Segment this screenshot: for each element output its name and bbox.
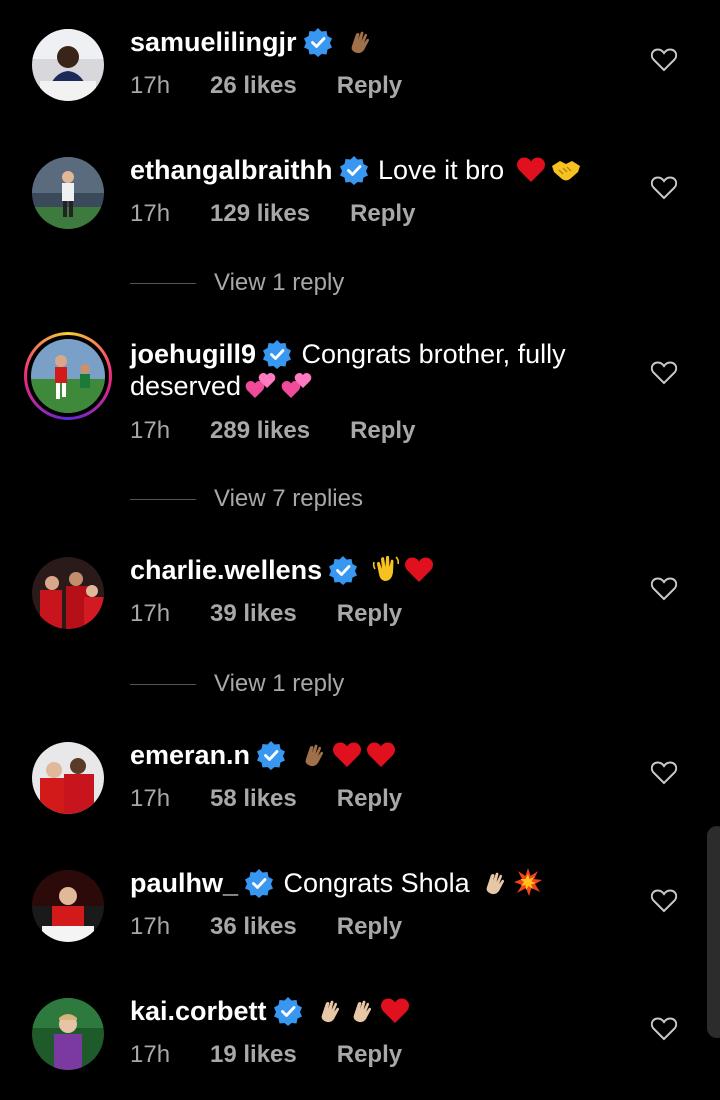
timestamp: 17h <box>130 200 171 227</box>
likes-count[interactable]: 26 likes <box>210 72 297 100</box>
timestamp: 17h <box>130 600 171 627</box>
collision-emoji-icon <box>513 867 543 904</box>
view-replies-label: View 1 reply <box>214 670 345 697</box>
avatar[interactable] <box>32 870 104 942</box>
avatar-story-ring[interactable] <box>24 332 112 420</box>
comment-body: joehugill9 Congrats brother, fully deser… <box>130 338 630 407</box>
username[interactable]: charlie.wellens <box>130 555 322 585</box>
verified-badge-icon <box>339 156 368 185</box>
likes-count[interactable]: 129 likes <box>210 200 310 228</box>
comment-meta: 17h 289 likes Reply <box>130 417 415 445</box>
heart-outline-icon[interactable] <box>651 761 677 785</box>
comment-text: Congrats brother, fully <box>301 339 566 369</box>
heart-outline-icon[interactable] <box>651 48 677 72</box>
reply-button[interactable]: Reply <box>337 785 402 813</box>
avatar[interactable] <box>32 157 104 229</box>
clap-emoji-icon <box>346 28 374 63</box>
verified-badge-icon <box>257 741 286 770</box>
comment-meta: 17h 36 likes Reply <box>130 913 402 941</box>
likes-count[interactable]: 39 likes <box>210 600 297 628</box>
view-replies-button[interactable]: View 1 reply <box>130 269 344 297</box>
handshake-emoji-icon <box>550 156 582 191</box>
divider <box>130 283 196 285</box>
verified-badge-icon <box>329 556 358 585</box>
comment-meta: 17h 58 likes Reply <box>130 785 402 813</box>
view-replies-button[interactable]: View 1 reply <box>130 670 344 698</box>
comment-text: Love it bro <box>378 155 505 185</box>
clap-emoji-icon <box>348 997 376 1032</box>
username[interactable]: paulhw_ <box>130 868 238 898</box>
timestamp: 17h <box>130 72 171 99</box>
reply-button[interactable]: Reply <box>350 417 415 445</box>
avatar[interactable] <box>32 557 104 629</box>
comment-text: Congrats Shola <box>283 868 470 898</box>
verified-badge-icon <box>303 28 332 57</box>
username[interactable]: emeran.n <box>130 740 250 770</box>
comment-body: emeran.n <box>130 739 630 776</box>
clap-emoji-icon <box>316 997 344 1032</box>
verified-badge-icon <box>273 997 302 1026</box>
comment-meta: 17h 39 likes Reply <box>130 600 402 628</box>
heart-outline-icon[interactable] <box>651 361 677 385</box>
verified-badge-icon <box>263 340 292 369</box>
verified-badge-icon <box>245 869 274 898</box>
likes-count[interactable]: 58 likes <box>210 785 297 813</box>
comment-meta: 17h 19 likes Reply <box>130 1041 402 1069</box>
avatar[interactable] <box>32 998 104 1070</box>
heart-outline-icon[interactable] <box>651 889 677 913</box>
timestamp: 17h <box>130 1041 171 1068</box>
avatar[interactable] <box>32 742 104 814</box>
scrollbar[interactable] <box>707 826 720 1038</box>
avatar[interactable] <box>32 29 104 101</box>
reply-button[interactable]: Reply <box>337 600 402 628</box>
comment-meta: 17h 26 likes Reply <box>130 72 402 100</box>
divider <box>130 684 196 686</box>
comment-body: ethangalbraithh Love it bro <box>130 154 630 191</box>
heart-emoji-icon <box>366 741 396 776</box>
heart-emoji-icon <box>404 556 434 591</box>
heart-outline-icon[interactable] <box>651 176 677 200</box>
waving-hand-emoji-icon <box>372 554 400 591</box>
username[interactable]: ethangalbraithh <box>130 155 333 185</box>
timestamp: 17h <box>130 785 171 812</box>
reply-button[interactable]: Reply <box>337 1041 402 1069</box>
reply-button[interactable]: Reply <box>337 72 402 100</box>
view-replies-button[interactable]: View 7 replies <box>130 485 363 513</box>
username[interactable]: joehugill9 <box>130 339 256 369</box>
comment-body: samuelilingjr <box>130 26 630 63</box>
heart-emoji-icon <box>332 741 362 776</box>
comment-meta: 17h 129 likes Reply <box>130 200 415 228</box>
reply-button[interactable]: Reply <box>350 200 415 228</box>
two-hearts-emoji-icon <box>245 370 277 407</box>
heart-outline-icon[interactable] <box>651 577 677 601</box>
reply-button[interactable]: Reply <box>337 913 402 941</box>
two-hearts-emoji-icon <box>281 370 313 407</box>
likes-count[interactable]: 36 likes <box>210 913 297 941</box>
comment-body: paulhw_ Congrats Shola <box>130 867 630 904</box>
view-replies-label: View 7 replies <box>214 485 363 512</box>
heart-emoji-icon <box>380 997 410 1032</box>
timestamp: 17h <box>130 417 171 444</box>
comment-text-continued: deserved <box>130 371 242 401</box>
clap-emoji-icon <box>300 741 328 776</box>
divider <box>130 499 196 501</box>
likes-count[interactable]: 19 likes <box>210 1041 297 1069</box>
username[interactable]: samuelilingjr <box>130 27 297 57</box>
heart-outline-icon[interactable] <box>651 1017 677 1041</box>
timestamp: 17h <box>130 913 171 940</box>
comment-body: charlie.wellens <box>130 554 630 591</box>
likes-count[interactable]: 289 likes <box>210 417 310 445</box>
view-replies-label: View 1 reply <box>214 269 345 296</box>
username[interactable]: kai.corbett <box>130 996 267 1026</box>
clap-emoji-icon <box>481 869 509 904</box>
comment-body: kai.corbett <box>130 995 630 1032</box>
heart-emoji-icon <box>516 156 546 191</box>
